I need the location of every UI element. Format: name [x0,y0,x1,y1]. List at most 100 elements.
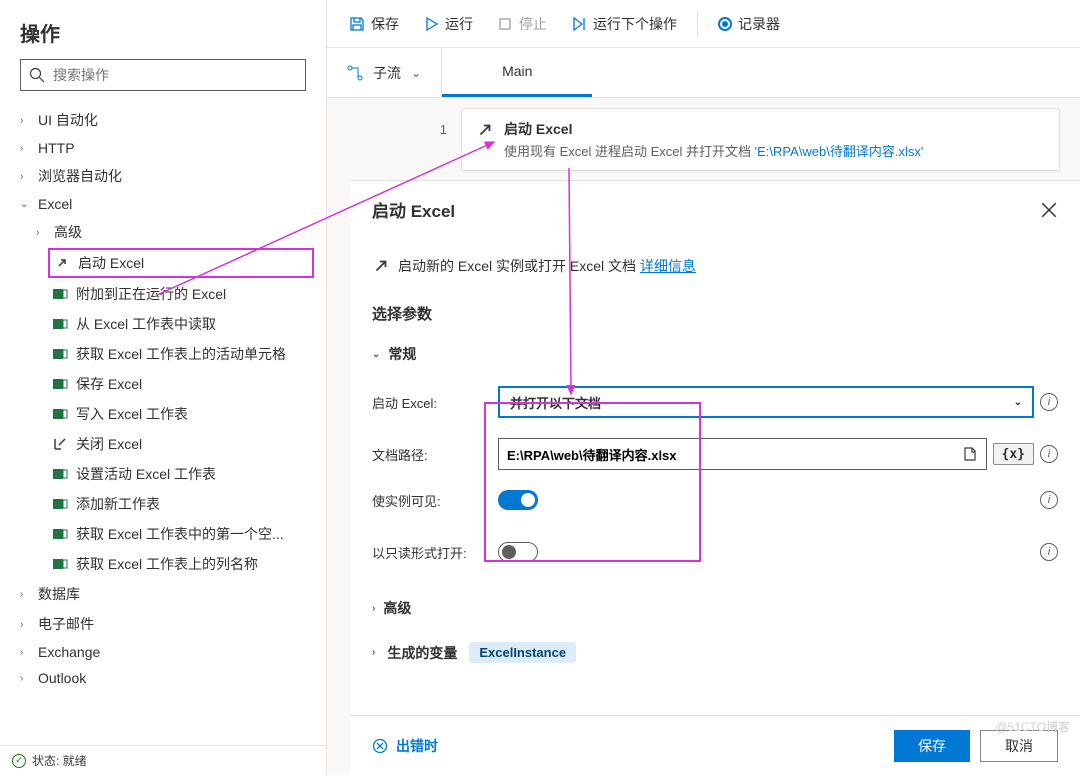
tree-action-write-excel[interactable]: 写入 Excel 工作表 [0,399,326,429]
subflow-icon [347,65,363,81]
on-error-link[interactable]: 出错时 [372,736,438,756]
dialog-description: 启动新的 Excel 实例或打开 Excel 文档 详细信息 [350,232,1080,287]
subflow-bar: 子流 ⌄ Main [327,48,1080,98]
dialog-save-button[interactable]: 保存 [894,730,970,762]
save-icon [349,16,365,32]
record-icon [718,17,732,31]
status-bar: ✓ 状态: 就绪 [0,745,326,775]
step-filepath-link[interactable]: 'E:\RPA\web\待翻译内容.xlsx' [755,144,924,159]
tree-node-exchange[interactable]: ›Exchange [0,639,326,665]
excel-icon [52,526,68,542]
run-next-button[interactable]: 运行下个操作 [561,8,687,40]
chevron-down-icon: ⌄ [411,66,421,80]
close-arrow-icon [52,436,68,452]
recorder-button[interactable]: 记录器 [708,8,790,40]
stop-button: 停止 [487,8,557,40]
launch-excel-dialog: 启动 Excel 启动新的 Excel 实例或打开 Excel 文档 详细信息 … [350,180,1080,775]
visible-label: 使实例可见: [372,491,482,510]
arrow-launch-icon [372,257,390,275]
tree-node-http[interactable]: ›HTTP [0,135,326,161]
arrow-launch-icon [476,121,494,139]
advanced-section-header[interactable]: ›高级 [372,590,1058,626]
chevron-right-icon: › [20,143,32,154]
chevron-right-icon: › [20,673,32,684]
tree-action-read-excel[interactable]: 从 Excel 工作表中读取 [0,309,326,339]
tree-node-excel[interactable]: ⌄Excel [0,191,326,217]
tree-node-excel-advanced[interactable]: ›高级 [0,217,326,247]
excel-icon [52,466,68,482]
close-icon[interactable] [1040,201,1058,219]
chevron-right-icon: › [36,227,48,238]
excel-icon [52,286,68,302]
file-browse-icon[interactable] [962,446,978,462]
readonly-toggle[interactable] [498,542,538,562]
status-text: 状态: 就绪 [32,752,87,769]
info-icon[interactable]: i [1040,393,1058,411]
info-icon[interactable]: i [1040,543,1058,561]
document-path-label: 文档路径: [372,445,482,464]
tree-node-email[interactable]: ›电子邮件 [0,609,326,639]
document-path-input[interactable] [498,438,987,470]
step-card[interactable]: 启动 Excel 使用现有 Excel 进程启动 Excel 并打开文档 'E:… [461,108,1060,171]
sidebar-title: 操作 [0,0,326,59]
tree-action-set-active-sheet[interactable]: 设置活动 Excel 工作表 [0,459,326,489]
tab-main[interactable]: Main [442,48,592,97]
watermark: @51CTO博客 [995,718,1070,735]
tree-action-save-excel[interactable]: 保存 Excel [0,369,326,399]
visible-toggle[interactable] [498,490,538,510]
generated-variables-header[interactable]: › 生成的变量 ExcelInstance [372,634,1058,671]
chevron-right-icon: › [372,647,375,658]
tree-action-first-empty[interactable]: 获取 Excel 工作表中的第一个空... [0,519,326,549]
tree-node-database[interactable]: ›数据库 [0,579,326,609]
dialog-title: 启动 Excel [372,197,455,222]
actions-tree: ›UI 自动化 ›HTTP ›浏览器自动化 ⌄Excel ›高级 启动 Exce… [0,101,326,745]
learn-more-link[interactable]: 详细信息 [640,258,696,274]
readonly-label: 以只读形式打开: [372,543,482,562]
search-field[interactable] [53,67,297,83]
info-icon[interactable]: i [1040,445,1058,463]
chevron-right-icon: › [20,619,32,630]
run-button[interactable]: 运行 [413,8,483,40]
excel-icon [52,406,68,422]
tree-node-ui-automation[interactable]: ›UI 自动化 [0,105,326,135]
search-input[interactable] [20,59,306,91]
tree-action-col-names[interactable]: 获取 Excel 工作表上的列名称 [0,549,326,579]
chevron-down-icon: ⌄ [372,349,380,360]
subflow-button[interactable]: 子流 ⌄ [327,48,441,97]
excel-icon [52,376,68,392]
chevron-right-icon: › [20,647,32,658]
general-section-header[interactable]: ⌄常规 [372,336,1058,372]
toolbar-separator [697,12,698,36]
chevron-right-icon: › [20,589,32,600]
tree-action-add-sheet[interactable]: 添加新工作表 [0,489,326,519]
chevron-right-icon: › [20,171,32,182]
actions-sidebar: 操作 ›UI 自动化 ›HTTP ›浏览器自动化 ⌄Excel ›高级 启动 E… [0,0,327,775]
variable-picker-button[interactable]: {x} [993,443,1034,465]
launch-mode-dropdown[interactable]: 并打开以下文档 ⌄ [498,386,1034,418]
excel-icon [52,346,68,362]
save-button[interactable]: 保存 [339,8,409,40]
step-number: 1 [347,108,447,137]
variable-pill[interactable]: ExcelInstance [469,642,576,663]
tree-action-active-cell[interactable]: 获取 Excel 工作表上的活动单元格 [0,339,326,369]
info-icon[interactable]: i [1040,491,1058,509]
chevron-down-icon: ⌄ [20,199,32,210]
excel-icon [52,316,68,332]
tree-node-outlook[interactable]: ›Outlook [0,665,326,691]
flow-step-1[interactable]: 1 启动 Excel 使用现有 Excel 进程启动 Excel 并打开文档 '… [347,108,1060,171]
step-icon [571,16,587,32]
tree-action-close-excel[interactable]: 关闭 Excel [0,429,326,459]
toolbar: 保存 运行 停止 运行下个操作 记录器 [327,0,1080,48]
play-icon [423,16,439,32]
search-icon [29,67,45,83]
stop-icon [497,16,513,32]
tree-node-browser-automation[interactable]: ›浏览器自动化 [0,161,326,191]
step-title: 启动 Excel [504,119,923,139]
excel-icon [52,556,68,572]
chevron-right-icon: › [372,603,375,614]
chevron-right-icon: › [20,115,32,126]
tree-action-attach-excel[interactable]: 附加到正在运行的 Excel [0,279,326,309]
tree-action-launch-excel[interactable]: 启动 Excel [48,248,314,278]
arrow-launch-icon [54,255,70,271]
launch-mode-label: 启动 Excel: [372,393,482,412]
